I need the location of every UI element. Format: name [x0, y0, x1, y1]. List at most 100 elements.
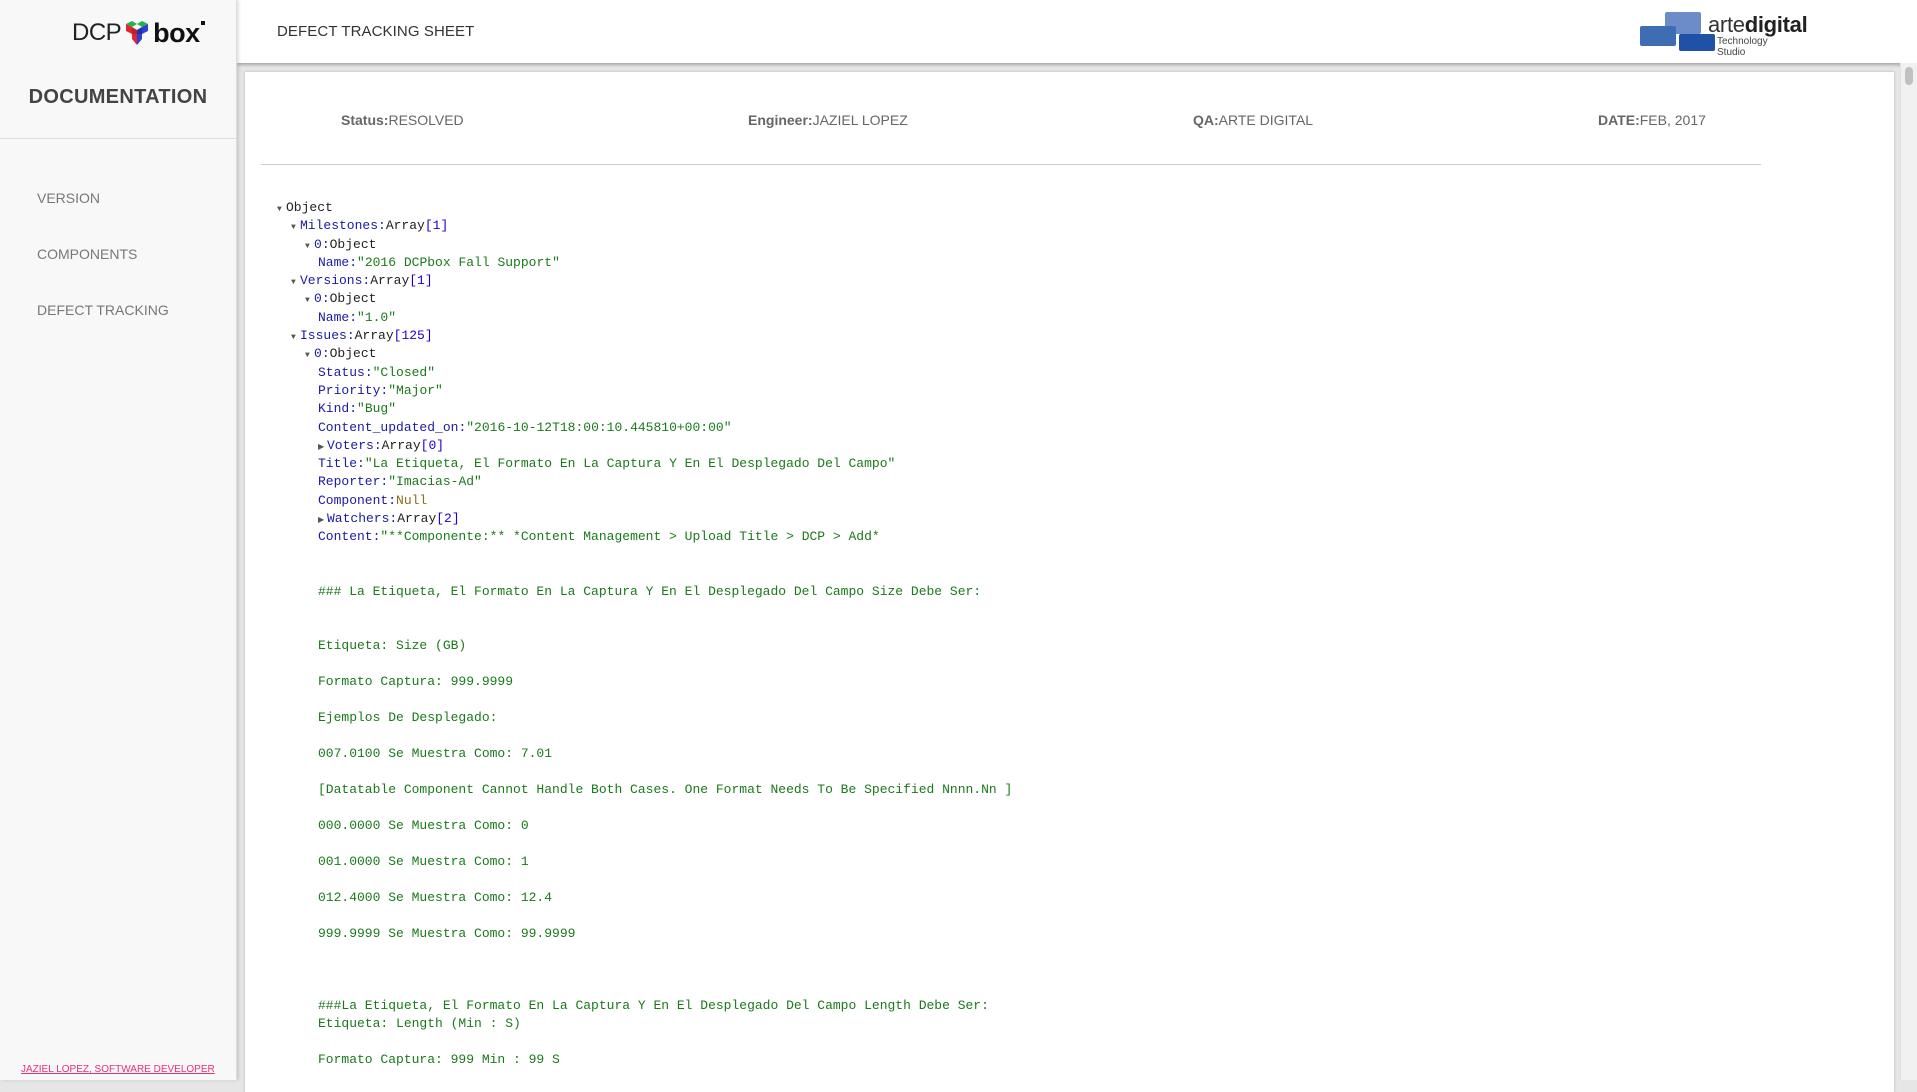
expanded-triangle-icon[interactable]: ▼ [291, 274, 300, 292]
tree-node-versions[interactable]: ▼ Versions:Array[1] [277, 272, 895, 290]
expanded-triangle-icon[interactable]: ▼ [305, 238, 314, 256]
tree-node-milestone-0[interactable]: ▼ 0:Object [277, 236, 895, 254]
content-line: 999.9999 Se Muestra Como: 99.9999 [318, 925, 576, 941]
sidebar-divider [0, 138, 236, 139]
node-count: [1] [409, 273, 433, 289]
date-value: FEB, 2017 [1639, 112, 1706, 128]
status-label: Status: [341, 112, 389, 128]
node-type: Array [397, 511, 437, 527]
node-type: Object [329, 346, 377, 362]
leaf-key: Reporter [318, 474, 381, 490]
tree-root[interactable]: ▼ Object [277, 199, 895, 217]
expanded-triangle-icon[interactable]: ▼ [291, 219, 300, 237]
node-type: Object [329, 236, 377, 252]
brand-name-bold: digital [1744, 12, 1808, 37]
node-key: Milestones [300, 218, 379, 234]
artedigital-logo: artedigital Technology Studio [1627, 12, 1808, 58]
node-count: [125] [393, 328, 433, 344]
page-scrollbar[interactable] [1900, 63, 1917, 1080]
leaf-value: "Bug" [357, 401, 397, 417]
leaf-value: "2016-10-12T18:00:10.445810+00:00" [466, 419, 732, 435]
node-index: 0 [314, 236, 322, 252]
tree-leaf-status: Status:"Closed" [318, 364, 436, 380]
tree-leaf-version-name: Name:"1.0" [318, 309, 397, 325]
node-type: Array [354, 328, 394, 344]
status-value: RESOLVED [388, 112, 464, 128]
content-line: Formato Captura: 999 Min : 99 S [318, 1051, 560, 1067]
tree-node-issue-0[interactable]: ▼ 0:Object [277, 345, 895, 363]
sidebar: DCP box DOCUMENTATION VERSION COMPONENTS… [0, 0, 237, 1080]
page-title: DEFECT TRACKING SHEET [277, 23, 475, 40]
node-type: Array [385, 218, 425, 234]
tree-node-issues[interactable]: ▼ Issues:Array[125] [277, 327, 895, 345]
sidebar-item-defect-tracking[interactable]: DEFECT TRACKING [37, 302, 169, 318]
cube-logo-icon [126, 21, 149, 45]
tree-leaf-content: Content:"**Componente:** *Content Manage… [318, 529, 880, 545]
node-index: 0 [314, 291, 322, 307]
engineer-meta: Engineer:JAZIEL LOPEZ [748, 112, 908, 128]
node-type: Array [381, 437, 421, 453]
tree-leaf-content-updated-on: Content_updated_on:"2016-10-12T18:00:10.… [318, 419, 732, 435]
brand-block-icon [1640, 26, 1676, 46]
tree-leaf-title: Title:"La Etiqueta, El Formato En La Cap… [318, 456, 896, 472]
content-line: Ejemplos De Desplegado: [318, 709, 498, 725]
engineer-label: Engineer: [748, 112, 813, 128]
brand-name: artedigital [1708, 12, 1808, 38]
content-line: ### La Etiqueta, El Formato En La Captur… [318, 583, 982, 599]
leaf-key: Kind [318, 401, 350, 417]
leaf-key: Component [318, 492, 389, 508]
meta-divider [261, 164, 1761, 165]
node-count: [2] [436, 511, 460, 527]
leaf-value: "Closed" [372, 364, 436, 380]
expanded-triangle-icon[interactable]: ▼ [291, 329, 300, 347]
leaf-value: Null [396, 492, 428, 508]
tree-node-version-0[interactable]: ▼ 0:Object [277, 290, 895, 308]
node-type: Array [370, 273, 410, 289]
qa-value: ARTE DIGITAL [1218, 112, 1314, 128]
node-key: Voters [327, 437, 374, 453]
expanded-triangle-icon[interactable]: ▼ [305, 292, 314, 310]
sidebar-item-version[interactable]: VERSION [37, 190, 100, 206]
status-meta: Status:RESOLVED [341, 112, 464, 128]
node-key: Watchers [327, 511, 390, 527]
top-header: DEFECT TRACKING SHEET artedigital Techno… [237, 0, 1917, 63]
tree-leaf-priority: Priority:"Major" [318, 382, 443, 398]
node-index: 0 [314, 346, 322, 362]
tree-node-voters[interactable]: ▶ Voters:Array[0] [277, 437, 895, 455]
leaf-key: Name [318, 254, 350, 270]
content-line: Etiqueta: Size (GB) [318, 637, 467, 653]
leaf-key: Priority [318, 382, 381, 398]
content-line: 001.0000 Se Muestra Como: 1 [318, 853, 529, 869]
defect-card: Status:RESOLVED Engineer:JAZIEL LOPEZ QA… [245, 72, 1894, 1092]
tree-node-watchers[interactable]: ▶ Watchers:Array[2] [277, 510, 895, 528]
node-type: Object [329, 291, 377, 307]
scrollbar-thumb[interactable] [1905, 67, 1913, 85]
content-line: 007.0100 Se Muestra Como: 7.01 [318, 745, 553, 761]
root-type: Object [286, 200, 333, 215]
date-meta: DATE:FEB, 2017 [1598, 112, 1706, 128]
leaf-value: "La Etiqueta, El Formato En La Captura Y… [364, 456, 896, 472]
json-tree: ▼ Object ▼ Milestones:Array[1] ▼ 0:Object N… [277, 199, 1012, 1067]
content-line: Etiqueta: Length (Min : S) [318, 1015, 521, 1031]
leaf-key: Content_updated_on [318, 419, 459, 435]
logo-text-dcp: DCP [72, 19, 122, 46]
brand-tagline: Technology Studio [1717, 36, 1768, 58]
leaf-value: "**Componente:** *Content Management > U… [380, 529, 880, 545]
developer-credit-link[interactable]: JAZIEL LOPEZ, SOFTWARE DEVELOPER [21, 1064, 215, 1075]
logo-text-box: box [153, 17, 200, 48]
expanded-triangle-icon[interactable]: ▼ [305, 347, 314, 365]
sidebar-item-components[interactable]: COMPONENTS [37, 246, 137, 262]
qa-label: QA: [1193, 112, 1219, 128]
content-line: Formato Captura: 999.9999 [318, 673, 514, 689]
brand-name-light: arte [1708, 12, 1745, 37]
content-line: 012.4000 Se Muestra Como: 12.4 [318, 889, 553, 905]
engineer-value: JAZIEL LOPEZ [812, 112, 908, 128]
leaf-value: "2016 DCPbox Fall Support" [357, 254, 560, 270]
node-count: [0] [420, 437, 445, 453]
leaf-key: Title [318, 456, 358, 472]
tree-node-milestones[interactable]: ▼ Milestones:Array[1] [277, 217, 895, 235]
expanded-triangle-icon[interactable]: ▼ [277, 201, 286, 219]
tree-leaf-kind: Kind:"Bug" [318, 401, 397, 417]
dcpbox-logo[interactable]: DCP box [72, 18, 205, 48]
qa-meta: QA:ARTE DIGITAL [1193, 112, 1313, 128]
